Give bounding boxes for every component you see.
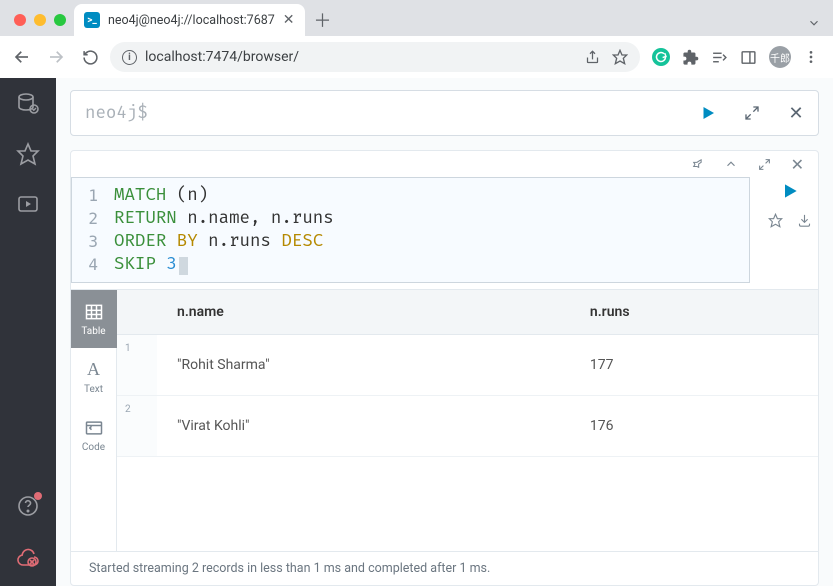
text-icon: A [87, 359, 100, 380]
rail-cloud-icon[interactable] [16, 544, 40, 568]
cell-name: "Virat Kohli" [157, 396, 570, 457]
query-editor[interactable]: 1234 MATCH (n) RETURN n.name, n.runs ORD… [71, 177, 750, 283]
notification-dot [34, 492, 42, 500]
window-min-dot[interactable] [34, 14, 46, 26]
status-bar: Started streaming 2 records in less than… [71, 551, 818, 585]
side-panel-icon[interactable] [740, 49, 757, 66]
bookmark-star-icon[interactable] [612, 49, 628, 65]
address-bar[interactable]: i localhost:7474/browser/ [110, 42, 640, 72]
close-frame-icon[interactable]: ✕ [791, 155, 804, 174]
col-header-name: n.name [157, 290, 570, 335]
code-icon [84, 418, 104, 438]
profile-avatar[interactable]: 千郎 [769, 46, 791, 68]
fullscreen-editor-button[interactable] [730, 105, 774, 121]
rail-help-icon[interactable] [16, 494, 40, 518]
col-header-runs: n.runs [570, 290, 818, 335]
cell-runs: 177 [570, 335, 818, 396]
rail-guides-icon[interactable] [16, 192, 40, 216]
pin-icon[interactable] [690, 157, 704, 171]
view-tab-table[interactable]: Table [71, 290, 117, 348]
url-text: localhost:7474/browser/ [145, 49, 299, 65]
command-bar: neo4j$ ✕ [70, 90, 819, 136]
reading-list-icon[interactable] [711, 49, 728, 66]
cell-runs: 176 [570, 396, 818, 457]
grammarly-ext-icon[interactable] [652, 48, 670, 66]
collapse-icon[interactable] [724, 157, 738, 171]
share-icon[interactable] [585, 50, 600, 65]
new-tab-button[interactable]: ＋ [309, 6, 337, 34]
export-icon[interactable] [797, 213, 812, 228]
view-tab-code[interactable]: Code [71, 406, 117, 464]
extensions-icon[interactable] [682, 49, 699, 66]
table-icon [84, 302, 104, 322]
table-row: 1 "Rohit Sharma" 177 [117, 335, 818, 396]
run-query-button[interactable] [686, 104, 730, 122]
close-editor-button[interactable]: ✕ [774, 103, 818, 124]
rail-favorites-icon[interactable] [16, 142, 40, 166]
text-cursor [179, 257, 188, 275]
rail-database-icon[interactable] [16, 92, 40, 116]
neo4j-favicon: >_ [84, 12, 100, 28]
favorite-query-icon[interactable] [768, 213, 783, 228]
table-row: 2 "Virat Kohli" 176 [117, 396, 818, 457]
line-gutter: 1234 [72, 178, 106, 282]
chrome-menu-icon[interactable] [803, 49, 819, 65]
tab-title: neo4j@neo4j://localhost:7687 [108, 13, 275, 28]
site-info-icon[interactable]: i [122, 50, 137, 65]
view-tab-text[interactable]: A Text [71, 348, 117, 406]
nav-reload-button[interactable] [76, 43, 104, 71]
expand-frame-icon[interactable] [758, 158, 771, 171]
code-area[interactable]: MATCH (n) RETURN n.name, n.runs ORDER BY… [106, 178, 749, 282]
result-frame: ✕ 1234 MATCH (n) RETURN n.name, n.runs O… [70, 150, 819, 586]
prompt-text: neo4j$ [85, 103, 148, 124]
nav-forward-button [42, 43, 70, 71]
cell-name: "Rohit Sharma" [157, 335, 570, 396]
window-max-dot[interactable] [54, 14, 66, 26]
rerun-button[interactable] [780, 181, 800, 201]
cypher-input[interactable]: neo4j$ [71, 103, 686, 124]
nav-back-button[interactable] [8, 43, 36, 71]
window-close-dot[interactable] [14, 14, 26, 26]
tab-close-icon[interactable]: ✕ [283, 12, 295, 28]
results-table: n.name n.runs 1 "Rohit Sharma" 177 [117, 290, 818, 551]
browser-tab[interactable]: >_ neo4j@neo4j://localhost:7687 ✕ [74, 4, 305, 36]
tab-overflow-icon[interactable] [807, 16, 821, 30]
